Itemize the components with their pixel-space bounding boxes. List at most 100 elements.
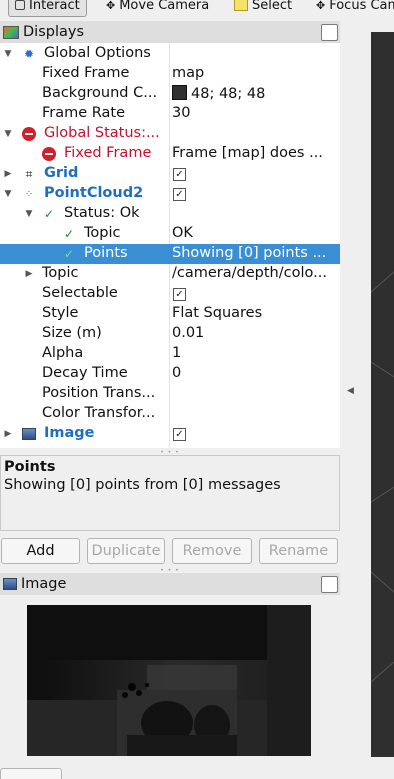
image-panel-header: Image <box>0 573 340 596</box>
displays-panel-title: Displays <box>23 24 85 40</box>
row-label: Fixed Frame <box>64 145 152 161</box>
tool-interact[interactable]: Interact <box>8 0 87 17</box>
ok-check-icon: ✓ <box>43 207 55 221</box>
duplicate-button[interactable]: Duplicate <box>87 538 165 564</box>
tool-focus-camera[interactable]: ✥ Focus Camera <box>316 0 394 16</box>
tree-row-selectable[interactable]: Selectable ✓ <box>0 284 340 304</box>
grid-icon: ⌗ <box>25 166 33 181</box>
tree-row-grid[interactable]: ▶ ⌗ Grid ✓ <box>0 164 340 184</box>
row-label: Frame Rate <box>42 105 126 121</box>
undock-button[interactable] <box>321 24 338 41</box>
image-panel <box>0 595 340 770</box>
row-label: Status: Ok <box>64 205 140 221</box>
image-panel-title: Image <box>21 576 67 592</box>
row-label: Style <box>42 305 79 321</box>
enable-checkbox[interactable]: ✓ <box>173 168 186 181</box>
selectable-checkbox[interactable]: ✓ <box>173 288 186 301</box>
tool-toolbar: Interact ✥ Move Camera Select ✥ Focus Ca… <box>0 0 394 18</box>
tree-row-status-points[interactable]: ✓ Points Showing [0] points ... <box>0 244 340 264</box>
tree-row-position-transformer[interactable]: Position Trans... <box>0 384 340 404</box>
tree-row-fixed-frame-status[interactable]: Fixed Frame Frame [map] does ... <box>0 144 340 164</box>
tool-move-camera[interactable]: ✥ Move Camera <box>106 0 209 16</box>
image-icon <box>22 427 36 441</box>
tree-row-image[interactable]: ▶ Image ✓ <box>0 424 340 444</box>
row-value[interactable]: 1 <box>172 345 337 361</box>
property-description: Points Showing [0] points from [0] messa… <box>0 455 340 531</box>
row-value[interactable]: Flat Squares <box>172 305 337 321</box>
expand-arrow-icon[interactable]: ▼ <box>3 124 13 144</box>
description-text: Showing [0] points from [0] messages <box>4 477 281 493</box>
enable-checkbox[interactable]: ✓ <box>173 428 186 441</box>
collapsed-arrow-icon[interactable]: ▶ <box>3 424 13 444</box>
row-value[interactable]: 0.01 <box>172 325 337 341</box>
tool-focus-camera-label: Focus Camera <box>329 0 394 13</box>
tree-row-global-options[interactable]: ▼ ✹ Global Options <box>0 44 340 64</box>
splitter-handle[interactable]: • • • • <box>160 567 180 581</box>
collapse-left-arrow-icon[interactable]: ◀ <box>347 386 354 396</box>
tree-row-status-topic[interactable]: ✓ Topic OK <box>0 224 340 244</box>
tree-row-size[interactable]: Size (m) 0.01 <box>0 324 340 344</box>
ok-check-icon: ✓ <box>63 247 75 261</box>
row-label: Global Options <box>44 45 151 61</box>
bottom-tab[interactable] <box>0 768 62 779</box>
row-label: PointCloud2 <box>44 185 144 201</box>
color-value: 48; 48; 48 <box>191 86 266 102</box>
tree-row-decay-time[interactable]: Decay Time 0 <box>0 364 340 384</box>
error-icon <box>42 147 56 161</box>
row-label: Points <box>84 245 128 261</box>
undock-button[interactable] <box>321 576 338 593</box>
row-label: Decay Time <box>42 365 128 381</box>
tree-row-frame-rate[interactable]: Frame Rate 30 <box>0 104 340 124</box>
depth-image-view <box>27 605 311 756</box>
row-label: Position Trans... <box>42 385 156 401</box>
row-value[interactable]: map <box>172 65 337 81</box>
interact-icon <box>15 0 25 10</box>
select-icon <box>234 0 248 11</box>
tool-interact-label: Interact <box>29 0 80 13</box>
tree-row-status-ok[interactable]: ▼ ✓ Status: Ok <box>0 204 340 224</box>
description-title: Points <box>4 459 56 475</box>
color-swatch[interactable] <box>172 85 187 100</box>
error-icon <box>22 127 36 141</box>
displays-panel-header: Displays <box>0 21 340 44</box>
focus-camera-icon: ✥ <box>316 0 326 12</box>
enable-checkbox[interactable]: ✓ <box>173 188 186 201</box>
tree-row-style[interactable]: Style Flat Squares <box>0 304 340 324</box>
tree-row-topic[interactable]: ▶ Topic /camera/depth/colo... <box>0 264 340 284</box>
tree-row-alpha[interactable]: Alpha 1 <box>0 344 340 364</box>
row-value[interactable]: /camera/depth/colo... <box>172 265 337 281</box>
tool-select[interactable]: Select <box>234 0 292 16</box>
tree-row-fixed-frame[interactable]: Fixed Frame map <box>0 64 340 84</box>
row-label: Topic <box>42 265 79 281</box>
row-label: Color Transfor... <box>42 405 156 421</box>
row-label: Fixed Frame <box>42 65 130 81</box>
row-label: Image <box>44 425 95 441</box>
tree-row-background-color[interactable]: Background C... 48; 48; 48 <box>0 84 340 104</box>
row-label: Background C... <box>42 85 158 101</box>
collapsed-arrow-icon[interactable]: ▶ <box>24 264 34 284</box>
expand-arrow-icon[interactable]: ▼ <box>3 184 13 204</box>
tree-row-pointcloud2[interactable]: ▼ ⁘ PointCloud2 ✓ <box>0 184 340 204</box>
row-value[interactable]: 48; 48; 48 <box>172 85 337 102</box>
splitter-handle[interactable]: • • • • <box>160 449 180 463</box>
rename-button[interactable]: Rename <box>259 538 338 564</box>
expand-arrow-icon[interactable]: ▼ <box>24 204 34 224</box>
tree-row-color-transformer[interactable]: Color Transfor... <box>0 404 340 424</box>
image-icon <box>3 578 17 590</box>
ok-check-icon: ✓ <box>63 227 75 241</box>
expand-arrow-icon[interactable]: ▼ <box>3 44 13 64</box>
row-value[interactable]: 30 <box>172 105 337 121</box>
pointcloud-icon: ⁘ <box>24 188 34 200</box>
gear-icon: ✹ <box>23 47 35 61</box>
3d-viewport[interactable] <box>371 32 394 757</box>
tree-row-global-status[interactable]: ▼ Global Status:... <box>0 124 340 144</box>
collapsed-arrow-icon[interactable]: ▶ <box>3 164 13 184</box>
row-label: Size (m) <box>42 325 102 341</box>
tool-select-label: Select <box>252 0 293 13</box>
tool-move-camera-label: Move Camera <box>119 0 210 13</box>
remove-button[interactable]: Remove <box>172 538 252 564</box>
row-value[interactable]: 0 <box>172 365 337 381</box>
add-button[interactable]: Add <box>1 538 80 564</box>
grid-lines <box>371 271 394 683</box>
row-value: Showing [0] points ... <box>172 245 327 261</box>
